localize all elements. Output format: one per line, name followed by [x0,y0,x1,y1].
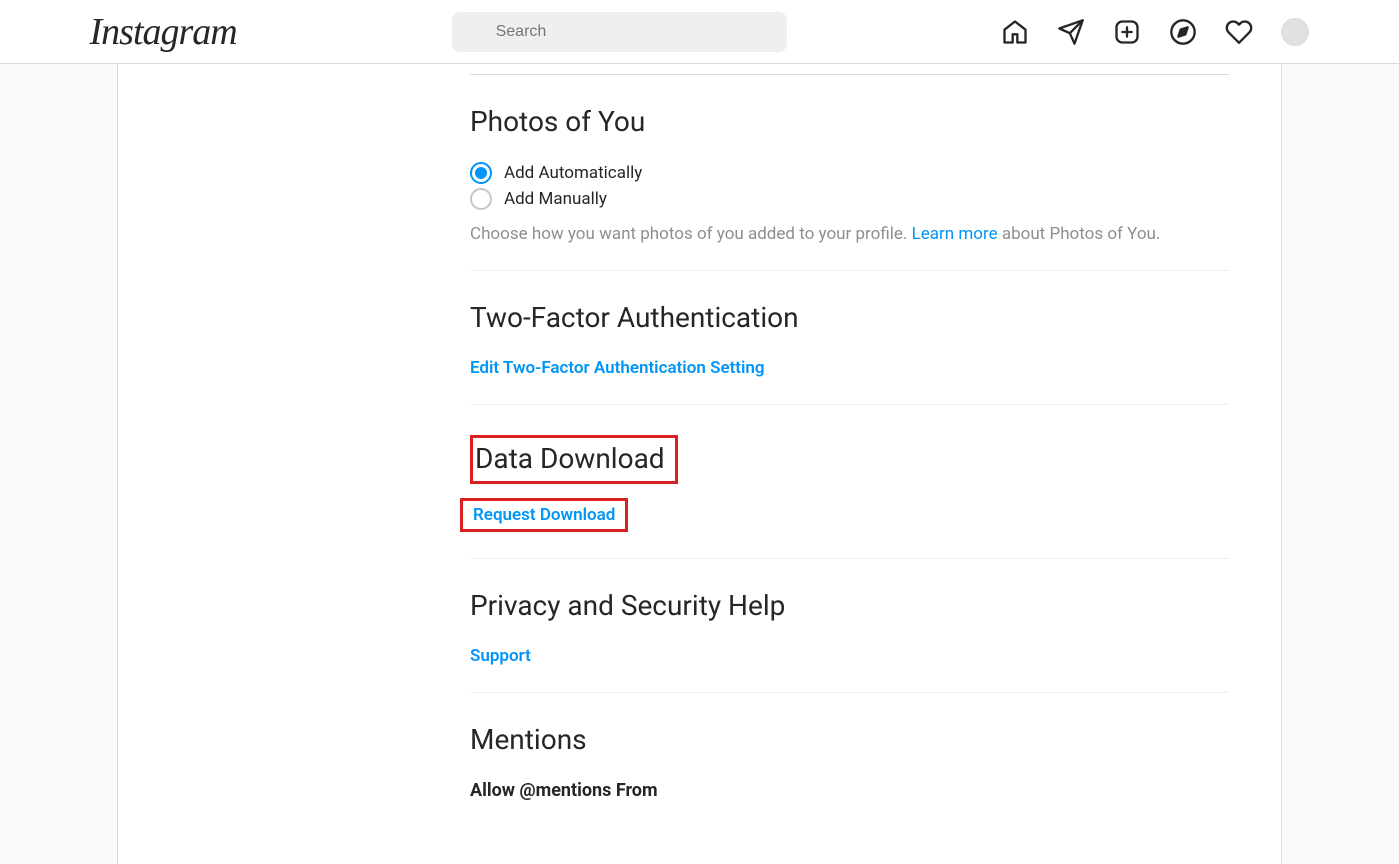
radio-add-manually[interactable]: Add Manually [470,188,1229,210]
request-download-link[interactable]: Request Download [473,505,615,525]
radio-label-auto: Add Automatically [504,163,642,183]
settings-sidebar [118,64,418,864]
search-wrapper [452,12,787,52]
edit-two-factor-link[interactable]: Edit Two-Factor Authentication Setting [470,358,765,378]
settings-main: Photos of You Add Automatically Add Manu… [418,64,1281,864]
new-post-icon[interactable] [1113,18,1141,46]
explore-icon[interactable] [1169,18,1197,46]
highlight-request-download: Request Download [460,498,628,532]
two-factor-title: Two-Factor Authentication [470,301,1229,334]
help-prefix: Choose how you want photos of you added … [470,224,912,244]
instagram-logo[interactable]: Instagram [90,10,237,54]
photos-of-you-title: Photos of You [470,105,1229,138]
activity-icon[interactable] [1225,18,1253,46]
section-privacy-help: Privacy and Security Help Support [470,558,1229,692]
radio-add-automatically[interactable]: Add Automatically [470,162,1229,184]
photos-help-text: Choose how you want photos of you added … [470,224,1229,244]
top-navigation: Instagram [0,0,1399,64]
section-data-download: Data Download Request Download [470,404,1229,558]
nav-icons-group [1001,18,1309,46]
radio-icon-unchecked [470,188,492,210]
profile-avatar[interactable] [1281,18,1309,46]
page-body: Photos of You Add Automatically Add Manu… [0,64,1399,864]
highlight-data-download-title: Data Download [470,435,678,484]
section-photos-of-you: Photos of You Add Automatically Add Manu… [470,75,1229,270]
section-two-factor: Two-Factor Authentication Edit Two-Facto… [470,270,1229,404]
data-download-title: Data Download [475,442,665,475]
radio-label-manual: Add Manually [504,189,607,209]
search-input[interactable] [452,12,787,52]
mentions-title: Mentions [470,723,1229,756]
section-mentions: Mentions Allow @mentions From [470,692,1229,827]
messages-icon[interactable] [1057,18,1085,46]
content-wrap: Photos of You Add Automatically Add Manu… [117,64,1282,864]
privacy-help-title: Privacy and Security Help [470,589,1229,622]
learn-more-link[interactable]: Learn more [912,224,998,244]
radio-icon-checked [470,162,492,184]
nav-inner: Instagram [60,10,1340,54]
mentions-subheading: Allow @mentions From [470,780,1229,801]
support-link[interactable]: Support [470,646,531,666]
help-suffix: about Photos of You. [998,224,1161,244]
home-icon[interactable] [1001,18,1029,46]
